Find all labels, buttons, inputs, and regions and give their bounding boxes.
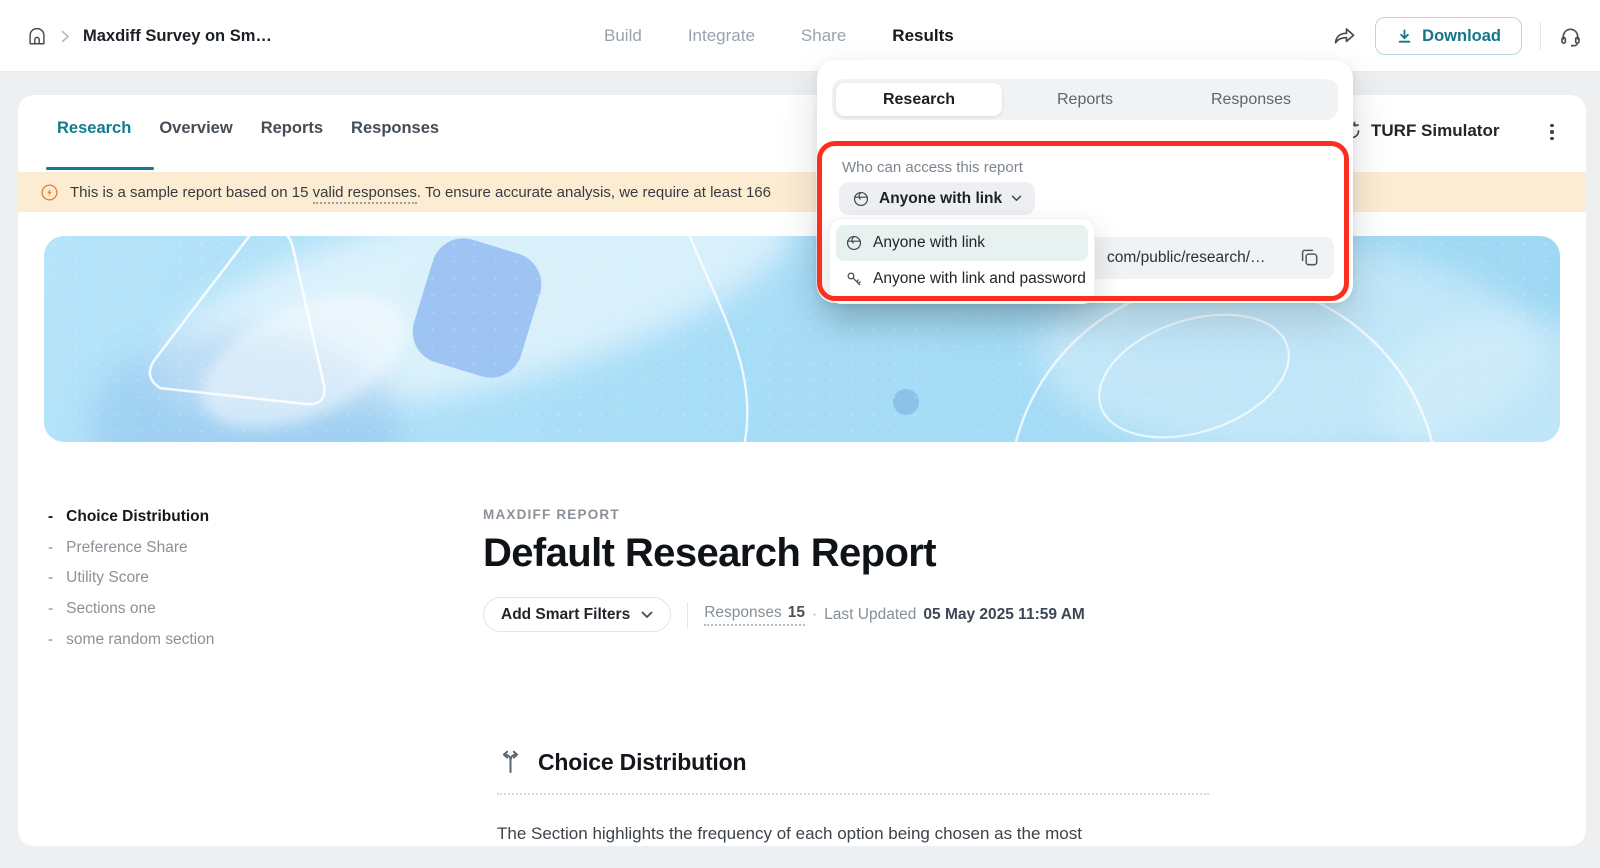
app-header: Maxdiff Survey on Sm… Build Integrate Sh… (0, 0, 1600, 72)
copy-link-icon[interactable] (1298, 246, 1321, 269)
section-body-preview: The Section highlights the frequency of … (497, 824, 1209, 844)
responses-meta: Responses 15 · Last Updated 05 May 2025 … (704, 604, 1085, 626)
chevron-down-icon (1011, 195, 1022, 202)
report-title: Default Research Report (483, 531, 1243, 576)
outline-item-some-random-section[interactable]: - some random section (48, 624, 214, 655)
globe-icon (845, 234, 863, 252)
access-dropdown-menu: Anyone with link Anyone with link and pa… (829, 218, 1095, 304)
nav-build[interactable]: Build (604, 26, 642, 46)
access-selector[interactable]: Anyone with link (839, 182, 1035, 215)
outline-item-choice-distribution[interactable]: - Choice Distribution (48, 502, 214, 533)
add-smart-filters-button[interactable]: Add Smart Filters (483, 597, 671, 632)
access-question: Who can access this report (842, 159, 1023, 176)
more-options-button[interactable] (1542, 119, 1562, 145)
choice-distribution-section: Choice Distribution The Section highligh… (497, 746, 1209, 844)
tab-responses[interactable]: Responses (351, 119, 439, 138)
breadcrumb-chevron-icon (61, 30, 70, 43)
valid-responses-link[interactable]: valid responses (313, 184, 417, 204)
nav-share[interactable]: Share (801, 26, 846, 46)
turf-label: TURF Simulator (1371, 121, 1499, 141)
tab-overview[interactable]: Overview (159, 119, 232, 138)
download-label: Download (1422, 27, 1501, 46)
nav-integrate[interactable]: Integrate (688, 26, 755, 46)
split-arrows-icon (497, 749, 524, 776)
notice-text: This is a sample report based on 15 vali… (70, 184, 771, 201)
tab-research[interactable]: Research (57, 119, 131, 138)
globe-icon (852, 190, 870, 208)
menu-item-anyone-with-link[interactable]: Anyone with link (836, 225, 1088, 261)
share-popover-tabs: Research Reports Responses (832, 79, 1338, 120)
support-headset-icon[interactable] (1559, 25, 1582, 48)
outline-item-sections-one[interactable]: - Sections one (48, 594, 214, 625)
report-meta-row: Add Smart Filters Responses 15 · Last Up… (483, 597, 1243, 632)
popover-tab-responses[interactable]: Responses (1168, 83, 1334, 116)
report-eyebrow: MAXDIFF REPORT (483, 507, 1243, 522)
popover-tab-reports[interactable]: Reports (1002, 83, 1168, 116)
nav-results[interactable]: Results (892, 26, 953, 46)
key-icon (845, 270, 863, 288)
turf-simulator-button[interactable]: TURF Simulator (1342, 113, 1499, 149)
chevron-down-icon (641, 611, 653, 619)
share-icon[interactable] (1332, 25, 1357, 47)
home-icon[interactable] (26, 25, 48, 47)
header-actions: Download (1332, 0, 1582, 72)
download-button[interactable]: Download (1375, 17, 1522, 55)
report-outline: - Choice Distribution - Preference Share… (48, 502, 214, 655)
updated-label: Last Updated (824, 606, 916, 624)
survey-title[interactable]: Maxdiff Survey on Sm… (83, 27, 272, 46)
bolt-icon (40, 183, 59, 202)
updated-value: 05 May 2025 11:59 AM (923, 606, 1084, 624)
report-main: MAXDIFF REPORT Default Research Report A… (483, 507, 1243, 632)
download-icon (1396, 28, 1413, 45)
tab-reports[interactable]: Reports (261, 119, 323, 138)
breadcrumb: Maxdiff Survey on Sm… (26, 0, 272, 72)
section-title: Choice Distribution (538, 749, 746, 776)
popover-tab-research[interactable]: Research (836, 83, 1002, 116)
section-divider (497, 793, 1209, 795)
menu-item-anyone-with-link-and-password[interactable]: Anyone with link and password (836, 261, 1088, 297)
meta-divider (687, 602, 688, 628)
section-header: Choice Distribution (497, 746, 1209, 778)
report-tabs: Research Overview Reports Responses (57, 119, 439, 138)
share-link-url: com/public/research/… (1107, 237, 1266, 279)
active-tab-underline (46, 167, 154, 170)
outline-item-utility-score[interactable]: - Utility Score (48, 563, 214, 594)
header-divider (1540, 22, 1541, 50)
share-popover: Research Reports Responses Who can acces… (817, 60, 1353, 303)
outline-item-preference-share[interactable]: - Preference Share (48, 533, 214, 564)
responses-count-link[interactable]: Responses 15 (704, 604, 805, 626)
